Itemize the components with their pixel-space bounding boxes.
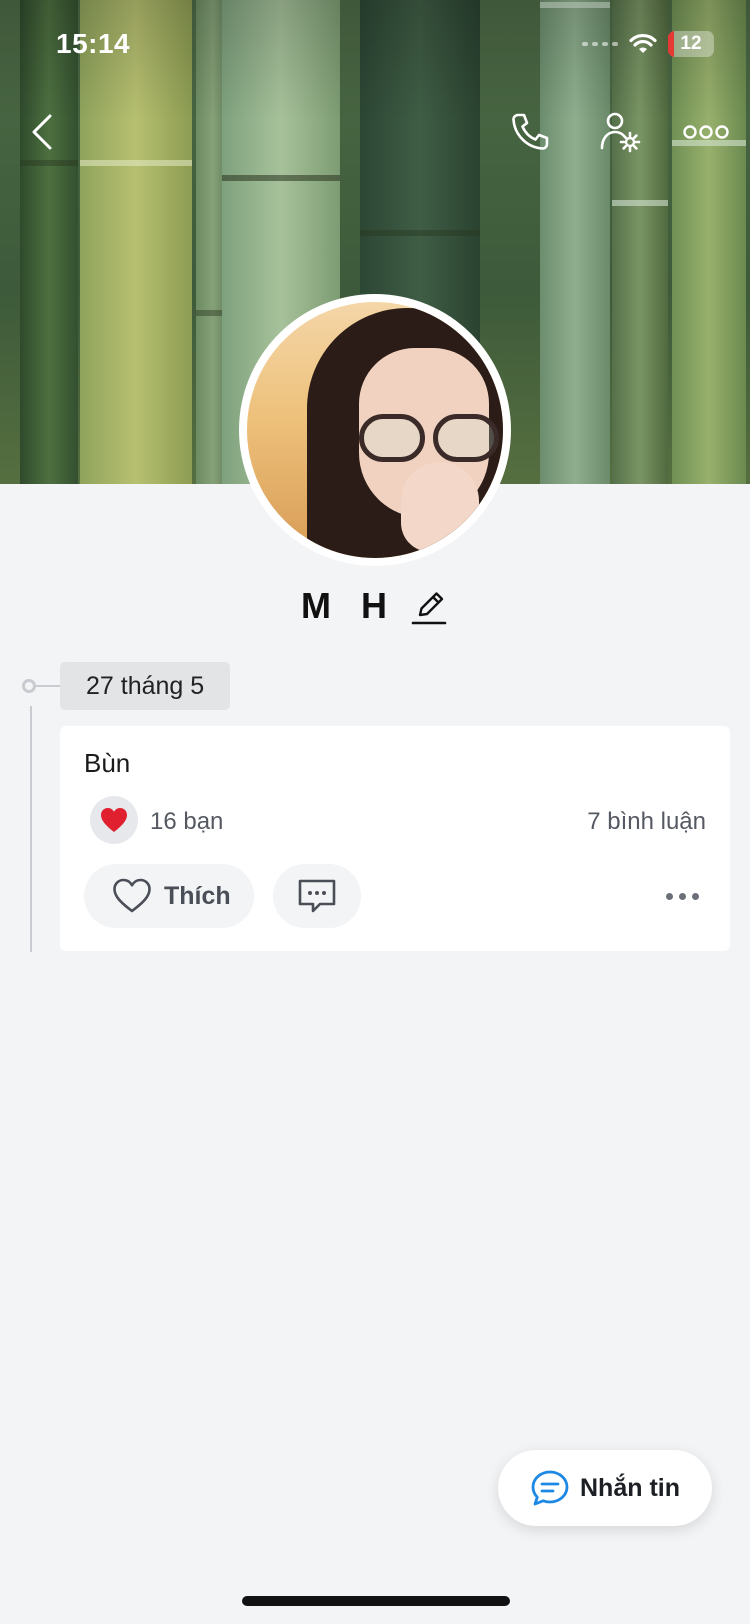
comment-button[interactable] <box>273 864 361 928</box>
more-options-button[interactable] <box>682 108 730 156</box>
user-settings-icon <box>600 112 641 153</box>
phone-icon <box>512 113 549 150</box>
dot <box>678 892 686 900</box>
send-message-button[interactable]: Nhắn tin <box>498 1450 712 1526</box>
comment-count[interactable]: 7 bình luận <box>587 808 706 836</box>
avatar-photo <box>247 302 503 558</box>
send-message-label: Nhắn tin <box>580 1473 680 1502</box>
call-button[interactable] <box>506 108 554 156</box>
battery-icon: 12 <box>668 31 714 57</box>
avatar-glasses <box>359 414 425 462</box>
profile-name-row: M H <box>0 584 750 628</box>
avatar-hand <box>401 462 479 552</box>
reaction-badge[interactable] <box>90 796 138 844</box>
dot <box>691 892 699 900</box>
status-indicators: 12 <box>582 28 714 60</box>
post-more-button[interactable] <box>660 881 704 911</box>
like-button[interactable]: Thích <box>84 864 254 928</box>
post-text: Bùn <box>84 748 131 778</box>
dot <box>665 892 673 900</box>
heart-icon <box>101 808 127 832</box>
chevron-left-icon <box>32 114 52 150</box>
heart-outline-icon <box>113 878 151 913</box>
wifi-icon <box>629 33 657 53</box>
profile-settings-button[interactable] <box>596 108 644 156</box>
profile-avatar[interactable] <box>239 294 511 566</box>
pencil-icon <box>411 592 447 625</box>
cellular-signal-icon <box>582 42 618 46</box>
like-label: Thích <box>164 881 231 910</box>
chat-icon <box>531 1470 569 1506</box>
post-card[interactable]: Bùn 16 bạn 7 bình luận Thích <box>60 726 730 951</box>
edit-name-button[interactable] <box>409 584 449 628</box>
comment-icon <box>298 879 336 913</box>
back-button[interactable] <box>18 108 66 156</box>
home-indicator <box>242 1596 510 1606</box>
timeline-line <box>30 706 32 952</box>
more-horizontal-icon <box>683 125 729 139</box>
profile-name: M H <box>301 585 397 626</box>
reaction-count[interactable]: 16 bạn <box>150 808 223 836</box>
battery-fill <box>668 31 674 57</box>
status-time: 15:14 <box>56 28 131 59</box>
timeline-date: 27 tháng 5 <box>60 662 231 710</box>
timeline-dot <box>22 679 36 693</box>
timeline-connector <box>36 685 60 687</box>
battery-level: 12 <box>680 33 702 54</box>
avatar-glasses <box>433 414 499 462</box>
